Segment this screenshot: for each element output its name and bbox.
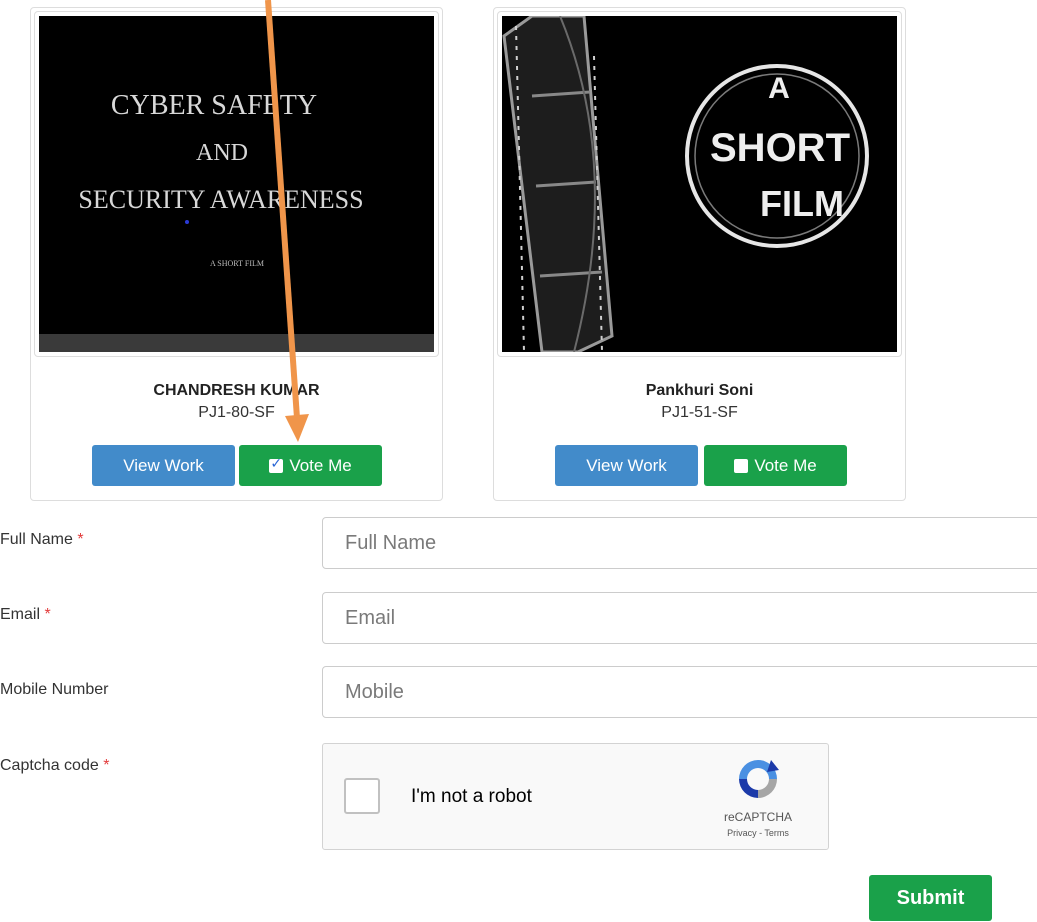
cyber-safety-title-card: CYBER SAFETY AND SECURITY AWARENESS A SH… xyxy=(78,90,363,268)
recaptcha-links[interactable]: Privacy - Terms xyxy=(703,828,813,838)
mobile-label: Mobile Number xyxy=(0,681,109,698)
svg-text:FILM: FILM xyxy=(760,183,844,224)
vote-checkbox-checked[interactable] xyxy=(269,456,284,473)
email-input[interactable] xyxy=(323,593,1037,643)
vote-me-label: Vote Me xyxy=(289,455,352,475)
email-field[interactable] xyxy=(322,592,1037,644)
entry-name: CHANDRESH KUMAR xyxy=(153,382,320,399)
vote-checkbox[interactable] xyxy=(734,458,749,473)
svg-text:SHORT: SHORT xyxy=(710,126,850,170)
submit-button[interactable]: Submit xyxy=(869,875,992,921)
svg-text:AND: AND xyxy=(196,140,248,166)
entry-card-2: A SHORT FILM Pankhuri Soni PJ1-51-SF Vie… xyxy=(493,7,906,501)
recaptcha-logo-icon xyxy=(739,760,779,798)
mobile-field[interactable] xyxy=(322,666,1037,718)
email-label: Email * xyxy=(0,606,51,623)
recaptcha-brand: reCAPTCHA xyxy=(723,810,792,824)
svg-text:A: A xyxy=(768,72,790,105)
vote-me-button[interactable]: Vote Me xyxy=(239,445,382,486)
view-work-label: View Work xyxy=(123,455,204,475)
entry-thumbnail-frame: A SHORT FILM xyxy=(497,11,902,357)
recaptcha-checkbox[interactable] xyxy=(344,778,380,814)
vote-me-button[interactable]: Vote Me xyxy=(704,445,847,486)
entry-thumbnail-frame: CYBER SAFETY AND SECURITY AWARENESS A SH… xyxy=(34,11,439,357)
video-bottom-bar xyxy=(39,334,434,352)
full-name-field[interactable] xyxy=(322,517,1037,569)
view-work-button[interactable]: View Work xyxy=(555,445,698,486)
entry-code: PJ1-80-SF xyxy=(198,404,275,421)
view-work-button[interactable]: View Work xyxy=(92,445,235,486)
film-strip-graphic xyxy=(502,16,614,352)
mobile-input[interactable] xyxy=(323,667,1037,717)
vote-me-label: Vote Me xyxy=(754,455,817,475)
full-name-input[interactable] xyxy=(323,518,1037,568)
recaptcha-widget: I'm not a robot reCAPTCHA Privacy - Term… xyxy=(322,743,829,850)
entry-code: PJ1-51-SF xyxy=(661,404,738,421)
submit-label: Submit xyxy=(896,886,965,909)
svg-text:A SHORT FILM: A SHORT FILM xyxy=(210,259,264,268)
entry-card-1: CYBER SAFETY AND SECURITY AWARENESS A SH… xyxy=(30,7,443,501)
svg-text:CYBER SAFETY: CYBER SAFETY xyxy=(111,90,317,121)
entry-thumbnail[interactable]: CYBER SAFETY AND SECURITY AWARENESS A SH… xyxy=(39,16,434,352)
view-work-label: View Work xyxy=(586,455,667,475)
entry-name: Pankhuri Soni xyxy=(645,382,754,399)
entry-thumbnail[interactable]: A SHORT FILM xyxy=(502,16,897,352)
recaptcha-prompt: I'm not a robot xyxy=(411,786,532,807)
svg-text:SECURITY AWARENESS: SECURITY AWARENESS xyxy=(78,185,363,214)
full-name-label: Full Name * xyxy=(0,531,84,548)
short-film-title-card: A SHORT FILM xyxy=(502,16,869,352)
captcha-label: Captcha code * xyxy=(0,757,110,774)
